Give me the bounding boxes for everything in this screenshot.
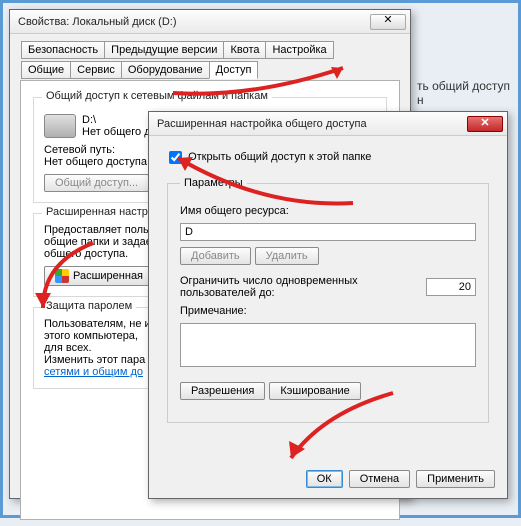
tab-hardware[interactable]: Оборудование xyxy=(121,61,210,79)
limit-users-label: Ограничить число одновременных пользоват… xyxy=(180,275,418,299)
note-textarea[interactable] xyxy=(180,323,476,367)
cancel-button[interactable]: Отмена xyxy=(349,470,410,488)
properties-titlebar[interactable]: Свойства: Локальный диск (D:) ✕ xyxy=(10,10,410,34)
permissions-button[interactable]: Разрешения xyxy=(180,382,265,400)
params-fieldset: Параметры Имя общего ресурса: Добавить У… xyxy=(167,177,489,423)
advanced-sharing-button-label: Расширенная xyxy=(73,270,143,282)
ok-button[interactable]: ОК xyxy=(306,470,343,488)
open-share-row[interactable]: Открыть общий доступ к этой папке xyxy=(165,151,371,163)
close-icon[interactable]: ✕ xyxy=(370,14,406,30)
drive-icon xyxy=(44,114,76,138)
network-share-legend: Общий доступ к сетевым файлам и папкам xyxy=(42,90,272,102)
share-button[interactable]: Общий доступ... xyxy=(44,174,149,192)
share-name-label: Имя общего ресурса: xyxy=(180,205,476,217)
caching-button[interactable]: Кэширование xyxy=(269,382,360,400)
share-name-input[interactable] xyxy=(180,223,476,241)
note-label: Примечание: xyxy=(180,305,476,317)
tab-sharing[interactable]: Доступ xyxy=(209,61,259,79)
advanced-titlebar[interactable]: Расширенная настройка общего доступа ✕ xyxy=(149,112,507,136)
network-center-link[interactable]: сетями и общим до xyxy=(44,366,143,378)
tab-previous-versions[interactable]: Предыдущие версии xyxy=(104,41,224,59)
advanced-title: Расширенная настройка общего доступа xyxy=(153,118,467,130)
params-legend: Параметры xyxy=(180,177,247,189)
tab-security[interactable]: Безопасность xyxy=(21,41,105,59)
background-hint-text: ть общий доступ н xyxy=(417,79,518,107)
tab-quota[interactable]: Квота xyxy=(223,41,266,59)
advanced-sharing-dialog: Расширенная настройка общего доступа ✕ О… xyxy=(148,111,508,499)
properties-title: Свойства: Локальный диск (D:) xyxy=(14,16,370,28)
shield-icon xyxy=(55,269,69,283)
password-protect-legend: Защита паролем xyxy=(42,300,136,312)
add-button[interactable]: Добавить xyxy=(180,247,251,265)
close-icon[interactable]: ✕ xyxy=(467,116,503,132)
limit-users-input[interactable] xyxy=(426,278,476,296)
apply-button[interactable]: Применить xyxy=(416,470,495,488)
tab-customize[interactable]: Настройка xyxy=(265,41,333,59)
open-share-label: Открыть общий доступ к этой папке xyxy=(188,151,371,163)
tab-general[interactable]: Общие xyxy=(21,61,71,79)
tab-tools[interactable]: Сервис xyxy=(70,61,122,79)
advanced-sharing-button[interactable]: Расширенная xyxy=(44,266,154,286)
remove-button[interactable]: Удалить xyxy=(255,247,319,265)
open-share-checkbox[interactable] xyxy=(169,151,182,164)
